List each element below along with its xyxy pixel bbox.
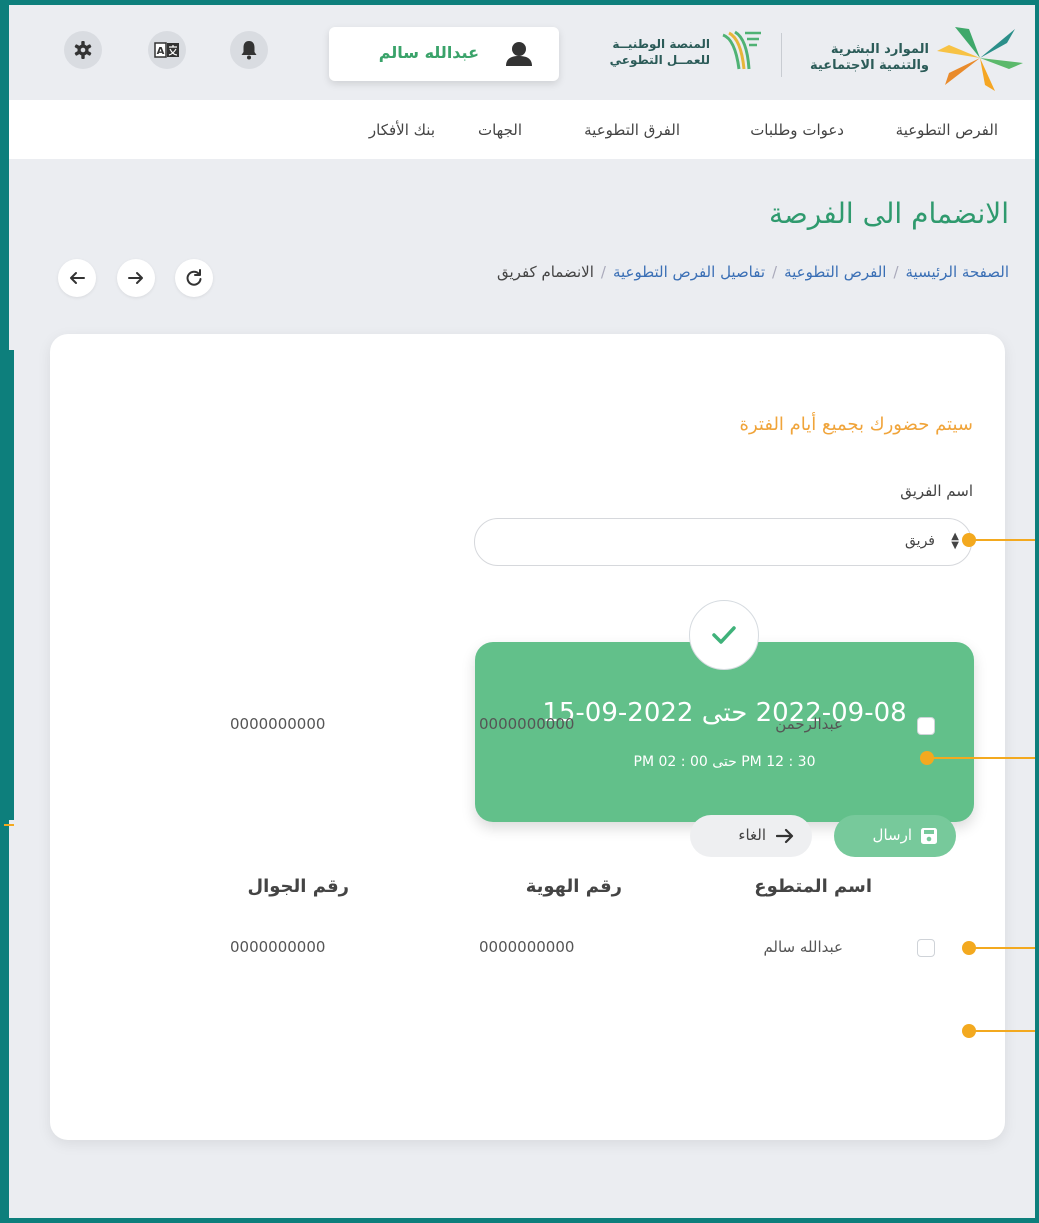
header-bar: A عبدالله سالم المنصة الوطنيــة للعمــل …	[9, 5, 1035, 100]
nav-item-opportunities[interactable]: الفرص التطوعية	[896, 121, 998, 139]
nav-item-invitations[interactable]: دعوات وطلبات	[750, 121, 844, 139]
nav-item-entities[interactable]: الجهات	[478, 121, 522, 139]
period-selected-badge	[689, 600, 759, 670]
main-nav: الفرص التطوعية دعوات وطلبات الفرق التطوع…	[9, 100, 1035, 159]
breadcrumb: الصفحة الرئيسية / الفرص التطوعية / تفاصيل ال…	[497, 263, 1009, 281]
hrsd-logo-line1: الموارد البشرية	[830, 42, 929, 57]
page-title: الانضمام الى الفرصة	[768, 197, 1009, 230]
gear-icon	[74, 41, 92, 59]
bell-icon	[241, 41, 257, 60]
user-name: عبدالله سالم	[378, 43, 479, 62]
reload-button[interactable]	[175, 259, 213, 297]
reload-icon	[186, 269, 202, 286]
nvw-logo-mark-icon	[722, 30, 761, 70]
forward-button[interactable]	[117, 259, 155, 297]
frame-left-border-wide	[0, 350, 14, 820]
breadcrumb-home[interactable]: الصفحة الرئيسية	[906, 263, 1010, 281]
join-form-card: سيتم حضورك بجميع أيام الفترة اسم الفريق …	[50, 334, 1005, 1140]
team-select-value: فريق	[905, 533, 935, 549]
user-avatar-icon	[506, 42, 532, 66]
checkmark-icon	[712, 626, 736, 644]
volunteer-mobile: 0000000000	[230, 938, 326, 956]
volunteer-name: عبدالرحمن	[775, 715, 843, 733]
callout-line	[970, 1030, 1035, 1032]
cancel-button[interactable]: الغاء	[690, 815, 812, 857]
arrow-left-icon	[70, 272, 85, 284]
breadcrumb-current: الانضمام كفريق	[496, 263, 594, 281]
nvw-logo-line2: للعمــل التطوعي	[609, 53, 710, 67]
select-arrows-icon: ▲ ▼	[951, 531, 959, 551]
volunteer-name: عبدالله سالم	[763, 938, 843, 956]
volunteer-checkbox[interactable]	[917, 717, 935, 735]
volunteer-id: 0000000000	[479, 715, 575, 733]
column-header-volunteer-name: اسم المتطوع	[754, 876, 872, 897]
notifications-button[interactable]	[230, 31, 268, 69]
team-name-label: اسم الفريق	[900, 482, 973, 500]
attendance-notice: سيتم حضورك بجميع أيام الفترة	[739, 414, 973, 435]
send-button-label: ارسال	[872, 826, 912, 844]
breadcrumb-separator: /	[600, 263, 606, 281]
translate-icon: A	[154, 42, 179, 58]
nav-item-ideas-bank[interactable]: بنك الأفكار	[369, 121, 435, 139]
frame-left-border-low	[0, 820, 9, 1223]
arrow-right-icon	[776, 828, 794, 844]
callout-line	[4, 824, 14, 826]
callout-line	[970, 539, 1035, 541]
nvw-logo: المنصة الوطنيــة للعمــل التطوعي	[610, 23, 784, 83]
svg-text:A: A	[157, 46, 165, 57]
callout-line	[970, 947, 1035, 949]
back-button[interactable]	[58, 259, 96, 297]
send-button[interactable]: ارسال	[834, 815, 956, 857]
nvw-logo-line1: المنصة الوطنيــة	[612, 37, 710, 51]
frame-right-border	[1035, 0, 1039, 1223]
callout-line	[928, 757, 1035, 759]
nav-item-teams[interactable]: الفرق التطوعية	[584, 121, 680, 139]
frame-bottom-border	[0, 1218, 1039, 1223]
language-button[interactable]: A	[148, 31, 186, 69]
breadcrumb-separator: /	[893, 263, 899, 281]
period-times: 30 : 12 PM حتى 00 : 02 PM	[633, 754, 816, 770]
settings-button[interactable]	[64, 31, 102, 69]
column-header-mobile: رقم الجوال	[247, 876, 349, 897]
team-select[interactable]: ▲ ▼ فريق	[474, 518, 972, 566]
breadcrumb-opportunity-details[interactable]: تفاصيل الفرص التطوعية	[613, 263, 765, 281]
breadcrumb-opportunities[interactable]: الفرص التطوعية	[784, 263, 886, 281]
volunteer-checkbox[interactable]	[917, 939, 935, 957]
hrsd-logo-mark-icon	[937, 27, 1023, 91]
save-icon	[921, 828, 937, 844]
hrsd-logo-line2: والتنمية الاجتماعية	[810, 58, 929, 73]
volunteer-id: 0000000000	[479, 938, 575, 956]
user-profile-box[interactable]: عبدالله سالم	[329, 27, 559, 81]
logo-divider	[781, 33, 782, 77]
volunteer-mobile: 0000000000	[230, 715, 326, 733]
column-header-id-number: رقم الهوية	[525, 876, 622, 897]
cancel-button-label: الغاء	[738, 826, 766, 844]
breadcrumb-separator: /	[772, 263, 778, 281]
hrsd-logo: الموارد البشرية والتنمية الاجتماعية	[789, 19, 1029, 95]
arrow-right-icon	[128, 272, 143, 284]
frame-left-border	[0, 0, 9, 350]
